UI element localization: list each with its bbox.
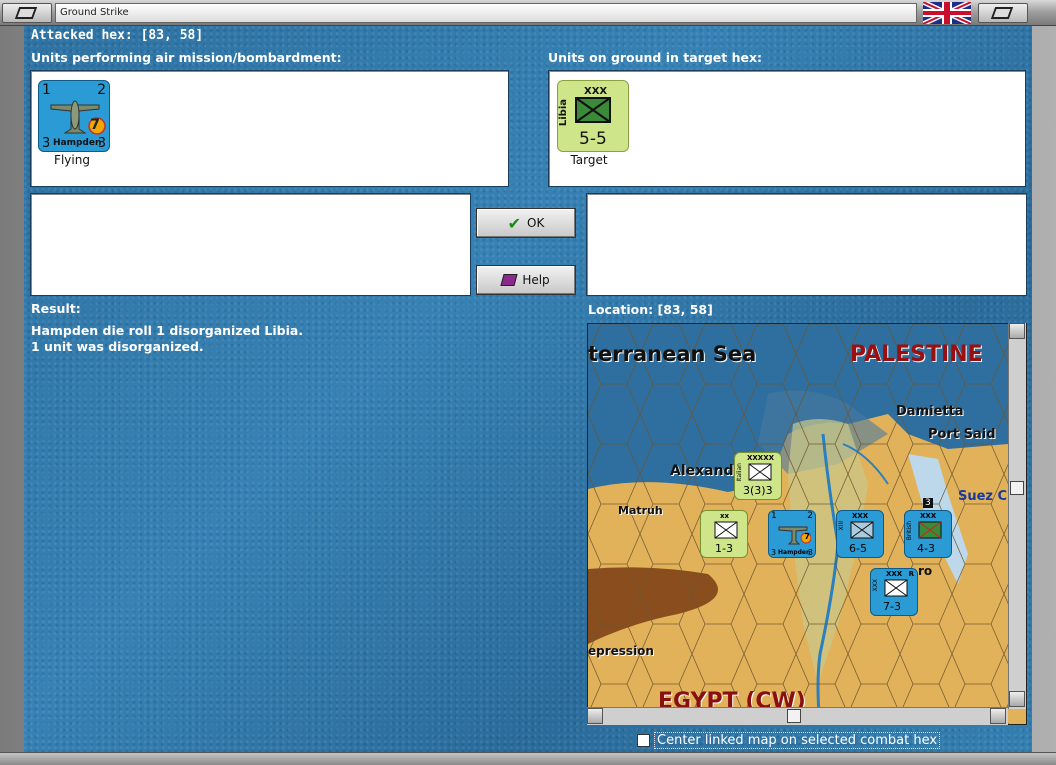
map-counter-tl: 1 <box>771 511 777 521</box>
air-unit-caption: Flying <box>54 153 90 167</box>
map-counter-strength: 1-3 <box>715 542 733 555</box>
map-counter-reserve-mark: R <box>908 570 914 578</box>
map-counter-side: XIII <box>838 521 845 531</box>
map-counter-size: XXX <box>886 570 903 578</box>
air-units-label: Units performing air mission/bombardment… <box>31 50 342 65</box>
map-label-alexandria: Alexand <box>670 463 734 479</box>
location-label: Location: [83, 58] <box>588 302 713 317</box>
map-vertical-scrollbar[interactable] <box>1008 323 1026 709</box>
linked-map[interactable]: terranean Sea PALESTINE Damietta Port Sa… <box>587 323 1027 725</box>
map-label-damietta: Damietta <box>896 404 964 419</box>
ok-button[interactable]: ✔ OK <box>476 208 576 238</box>
scroll-right-button[interactable] <box>990 708 1006 724</box>
ground-details-box <box>586 193 1027 296</box>
book-icon <box>500 274 518 286</box>
air-unit-top-left: 1 <box>42 82 51 98</box>
ground-unit-caption: Target <box>570 153 608 167</box>
map-counter-strength: 7-3 <box>883 600 901 613</box>
map-horizontal-scrollbar[interactable] <box>587 707 1008 725</box>
status-bar <box>0 752 1056 765</box>
help-button[interactable]: Help <box>476 265 576 295</box>
infantry-symbol-icon <box>918 521 942 539</box>
help-button-label: Help <box>522 273 550 287</box>
window-icon <box>990 7 1014 19</box>
air-units-list[interactable]: 1 2 7 3 Hampden 3 Flying <box>30 70 509 187</box>
map-counter-corps[interactable]: XXX XIII 6-5 <box>836 510 884 558</box>
map-label-cairo: ro <box>918 564 933 578</box>
ground-unit-counter[interactable]: XXX Libia 5-5 <box>557 80 629 152</box>
infantry-symbol-icon <box>714 521 738 539</box>
window-icon <box>14 7 38 19</box>
result-line: 1 unit was disorganized. <box>31 339 204 354</box>
map-counter-side: XXX <box>872 579 879 592</box>
map-counter-size: XXX <box>852 512 869 520</box>
ground-units-list[interactable]: XXX Libia 5-5 Target <box>548 70 1026 187</box>
result-line: Hampden die roll 1 disorganized Libia. <box>31 323 304 338</box>
map-label-port-said: Port Said <box>928 427 996 442</box>
air-unit-badge: 7 <box>90 117 100 133</box>
air-unit-name: Hampden <box>53 138 102 148</box>
map-counter-strength: 6-5 <box>849 542 867 555</box>
air-unit-bottom-left: 3 <box>42 136 51 151</box>
map-counter-bl: 3 <box>771 548 777 557</box>
result-label: Result: <box>31 301 81 316</box>
map-counter-side: British <box>906 521 913 541</box>
map-label-matruh: Matruh <box>618 504 663 517</box>
map-counter-strength: 3(3)3 <box>743 484 773 497</box>
center-map-checkbox-label[interactable]: Center linked map on selected combat hex <box>654 732 941 749</box>
map-label-sea: terranean Sea <box>588 342 757 366</box>
infantry-symbol-icon <box>575 97 611 123</box>
infantry-symbol-icon <box>884 579 908 597</box>
uk-flag-icon[interactable] <box>923 2 971 24</box>
map-counter-division[interactable]: xx 1-3 <box>700 510 748 558</box>
scroll-down-button[interactable] <box>1009 691 1025 707</box>
ground-unit-size: XXX <box>584 86 608 97</box>
air-unit-bottom-right: 3 <box>97 136 106 151</box>
map-counter-army[interactable]: XXXXX Italian 3(3)3 <box>734 452 782 500</box>
map-label-suez: Suez C <box>958 489 1008 504</box>
map-counter-size: XXXXX <box>747 454 774 462</box>
ground-units-label: Units on ground in target hex: <box>548 50 763 65</box>
infantry-symbol-icon <box>748 463 772 481</box>
infantry-symbol-icon <box>850 521 874 539</box>
air-unit-top-right: 2 <box>97 82 106 98</box>
ground-unit-name: Libia <box>558 99 569 127</box>
attacked-hex-label: Attacked hex: [83, 58] <box>31 28 204 43</box>
window-title: Ground Strike <box>55 3 917 23</box>
map-counter-size: XXX <box>920 512 937 520</box>
scroll-thumb[interactable] <box>787 709 801 723</box>
map-counter-br: 3 <box>807 548 813 557</box>
restore-button[interactable] <box>978 3 1028 23</box>
map-counter-reserve[interactable]: XXX R XXX 7-3 <box>870 568 918 616</box>
map-counter-strength: 4-3 <box>917 542 935 555</box>
map-counter-side: Italian <box>736 463 743 482</box>
ok-button-label: OK <box>527 216 545 230</box>
map-counter-stack-count: 3 <box>923 498 933 508</box>
map-label-depression: epression <box>588 644 654 658</box>
map-counter-badge: 7 <box>804 532 810 541</box>
map-counter-stack[interactable]: XXX British 4-3 3 <box>904 498 952 558</box>
ground-unit-strength: 5-5 <box>579 129 607 149</box>
map-counter-air[interactable]: 1 2 7 3 Hampden 3 <box>768 510 816 558</box>
map-counter-tr: 2 <box>807 511 813 521</box>
air-unit-counter[interactable]: 1 2 7 3 Hampden 3 <box>38 80 110 152</box>
title-bar: Ground Strike <box>0 0 1056 26</box>
scroll-up-button[interactable] <box>1009 323 1025 339</box>
map-label-palestine: PALESTINE <box>850 342 983 367</box>
map-counter-name: Hampden <box>778 549 811 556</box>
checkmark-icon: ✔ <box>507 213 522 233</box>
scroll-left-button[interactable] <box>587 708 603 724</box>
center-map-checkbox[interactable] <box>637 734 650 747</box>
air-details-box <box>30 193 471 296</box>
map-counter-size: xx <box>720 512 730 520</box>
scroll-thumb[interactable] <box>1010 481 1024 495</box>
minimize-button[interactable] <box>2 3 52 23</box>
